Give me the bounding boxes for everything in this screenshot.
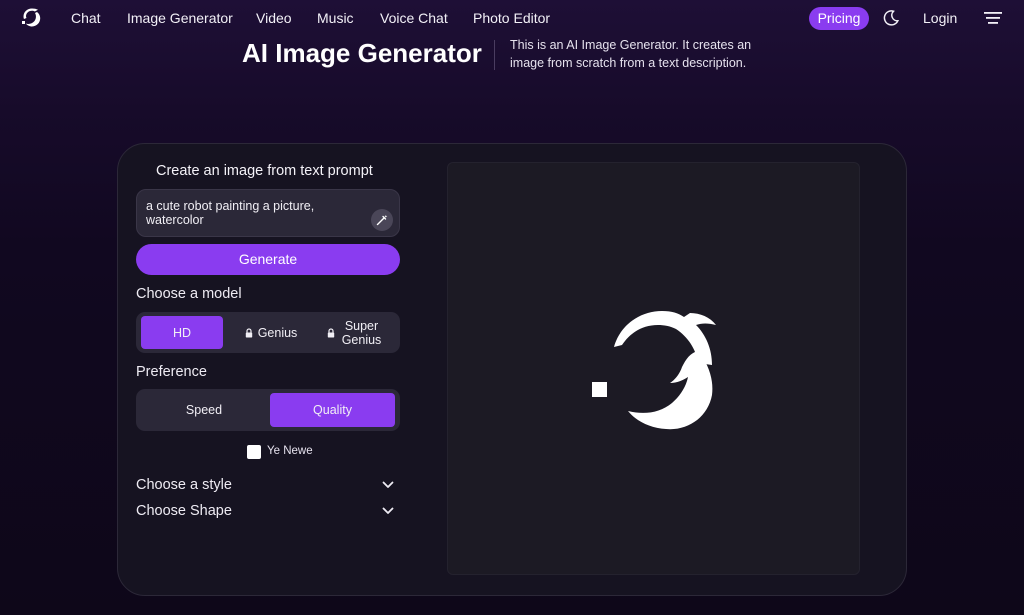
chevron-down-icon [382, 507, 394, 514]
generate-button[interactable]: Generate [136, 244, 400, 275]
nav-voice-chat[interactable]: Voice Chat [380, 10, 448, 26]
preference-label: Preference [136, 364, 207, 380]
model-option-label: Genius [257, 325, 298, 340]
nav-chat[interactable]: Chat [71, 10, 101, 26]
model-option-genius[interactable]: Genius [232, 316, 310, 349]
model-option-label: HD [172, 325, 192, 340]
magic-wand-icon [376, 215, 388, 226]
lock-icon [327, 327, 334, 337]
nav-image-generator[interactable]: Image Generator [127, 10, 233, 26]
pricing-button[interactable]: Pricing [809, 7, 869, 30]
model-selector: HD Genius Super Genius [136, 312, 400, 353]
chevron-down-icon [382, 481, 394, 488]
form-section-title: Create an image from text prompt [156, 163, 373, 179]
lock-icon [245, 327, 252, 337]
dolphin-logo-icon [592, 311, 716, 430]
model-label: Choose a model [136, 286, 242, 302]
style-dropdown[interactable]: Choose a style [136, 476, 400, 496]
preference-option-label: Quality [313, 403, 352, 417]
nav-photo-editor[interactable]: Photo Editor [473, 10, 550, 26]
preference-option-quality[interactable]: Quality [270, 393, 395, 427]
title-divider [494, 40, 495, 70]
ye-newe-label: Ye Newe [267, 445, 313, 457]
prompt-text[interactable]: a cute robot painting a picture, waterco… [146, 199, 356, 227]
preference-selector: Speed Quality [136, 389, 400, 431]
preference-option-label: Speed [185, 403, 223, 417]
dolphin-logo-icon[interactable] [20, 6, 44, 30]
model-option-label: Super Genius [341, 318, 382, 347]
style-dropdown-label: Choose a style [136, 477, 232, 493]
preference-option-speed[interactable]: Speed [140, 393, 268, 427]
shape-dropdown[interactable]: Choose Shape [136, 502, 400, 522]
page-title: AI Image Generator [242, 38, 482, 68]
ye-newe-checkbox[interactable] [247, 445, 261, 459]
hamburger-menu-icon[interactable] [984, 11, 1002, 25]
enhance-prompt-button[interactable] [371, 209, 393, 231]
page-description: This is an AI Image Generator. It create… [510, 38, 752, 70]
nav-music[interactable]: Music [317, 10, 354, 26]
top-nav: Chat Image Generator Video Music Voice C… [0, 0, 1024, 36]
model-option-hd[interactable]: HD [141, 316, 223, 349]
moon-icon[interactable] [882, 9, 900, 27]
login-link[interactable]: Login [923, 10, 957, 26]
model-option-super-genius[interactable]: Super Genius [314, 316, 396, 349]
shape-dropdown-label: Choose Shape [136, 503, 232, 519]
nav-video[interactable]: Video [256, 10, 292, 26]
